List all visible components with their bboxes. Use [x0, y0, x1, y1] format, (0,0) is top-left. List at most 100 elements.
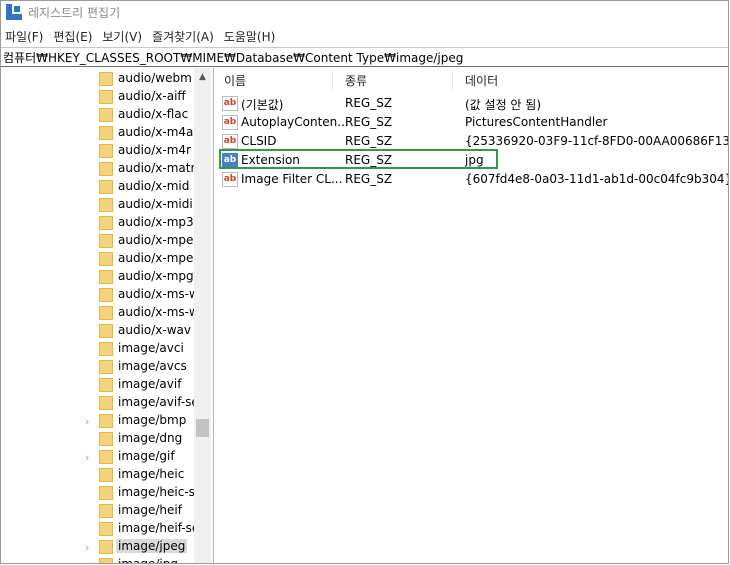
tree-item-label: image/dng	[118, 431, 183, 445]
folder-icon	[99, 288, 113, 302]
value-data: (값 설정 안 됨)	[465, 98, 542, 112]
string-value-icon: ab	[222, 96, 238, 111]
tree-item[interactable]: audio/webm	[1, 70, 196, 88]
folder-icon	[99, 558, 113, 563]
expand-chevron-icon[interactable]: ›	[85, 451, 93, 464]
value-row[interactable]: ab (기본값) REG_SZ (값 설정 안 됨)	[222, 94, 722, 113]
value-data: PicturesContentHandler	[465, 115, 608, 129]
folder-icon	[99, 522, 113, 536]
column-header-data[interactable]: 데이터	[465, 68, 498, 92]
folder-icon	[99, 270, 113, 284]
tree-item-label: audio/x-wav	[118, 323, 191, 337]
folder-icon	[99, 450, 113, 464]
tree-item-label: image/heic	[118, 467, 185, 481]
folder-icon	[99, 108, 113, 122]
column-header-type[interactable]: 종류	[345, 68, 367, 92]
tree-item-label: audio/x-m4r	[118, 143, 191, 157]
tree-item-label: image/heif-se	[118, 521, 200, 535]
column-header-name[interactable]: 이름	[224, 68, 246, 92]
expand-chevron-icon[interactable]: ›	[85, 415, 93, 428]
string-value-icon: ab	[222, 115, 238, 130]
folder-icon	[99, 126, 113, 140]
tree-item[interactable]: audio/x-mpeg	[1, 250, 201, 268]
tree-item[interactable]: image/heic	[1, 466, 196, 484]
tree-item[interactable]: image/heif-se	[1, 520, 200, 538]
tree-item-label: image/heif	[118, 503, 182, 517]
tree-item-label: audio/x-m4a	[118, 125, 194, 139]
value-name: CLSID	[241, 134, 277, 148]
tree-item[interactable]: audio/x-mp3	[1, 214, 196, 232]
menu-edit[interactable]: 편집(E)	[53, 28, 92, 45]
tree-item[interactable]: audio/x-ms-w	[1, 286, 199, 304]
tree-item[interactable]: audio/x-midi	[1, 196, 196, 214]
tree-item[interactable]: image/heif	[1, 502, 196, 520]
tree-item-label: image/avif	[118, 377, 182, 391]
tree-item[interactable]: audio/x-wav	[1, 322, 196, 340]
tree-item[interactable]: › image/gif	[1, 448, 196, 466]
value-data: {607fd4e8-0a03-11d1-ab1d-00c04fc9b304}	[465, 172, 728, 186]
folder-icon	[99, 234, 113, 248]
tree-item[interactable]: audio/x-aiff	[1, 88, 196, 106]
tree-item-label: audio/x-flac	[118, 107, 189, 121]
title-bar: 레지스트리 편집기	[1, 1, 728, 23]
tree-item[interactable]: audio/x-flac	[1, 106, 196, 124]
folder-icon	[99, 468, 113, 482]
string-value-icon: ab	[222, 134, 238, 149]
tree-item-label: audio/x-matrc	[118, 161, 202, 175]
tree-item-label: image/avci	[118, 341, 184, 355]
folder-icon	[99, 252, 113, 266]
address-path: 컴퓨터₩HKEY_CLASSES_ROOT₩MIME₩Database₩Cont…	[3, 50, 464, 65]
folder-icon	[99, 432, 113, 446]
key-tree-pane: audio/webm audio/x-aiff audio/x-flac audio/…	[1, 68, 214, 564]
string-value-icon: ab	[222, 172, 238, 187]
tree-item[interactable]: image/dng	[1, 430, 196, 448]
value-name: (기본값)	[241, 98, 284, 112]
menu-favorites[interactable]: 즐겨찾기(A)	[152, 28, 214, 45]
scroll-thumb[interactable]	[196, 419, 209, 437]
highlight-box	[219, 149, 498, 169]
tree-item[interactable]: audio/x-matrc	[1, 160, 202, 178]
registry-editor-icon	[6, 4, 22, 20]
tree-item[interactable]: audio/x-mpg	[1, 268, 196, 286]
tree-item[interactable]: image/avif-se	[1, 394, 199, 412]
scroll-up-arrow-icon[interactable]: ▲	[194, 68, 211, 85]
menu-view[interactable]: 보기(V)	[102, 28, 142, 45]
tree-item-label: audio/x-mpeg	[118, 233, 202, 247]
registry-editor-window: 레지스트리 편집기 파일(F) 편집(E) 보기(V) 즐겨찾기(A) 도움말(…	[0, 0, 729, 564]
folder-icon	[99, 180, 113, 194]
tree-item[interactable]: image/avci	[1, 340, 196, 358]
tree-item[interactable]: image/jpg	[1, 556, 196, 564]
tree-item-label: audio/x-midi	[118, 197, 193, 211]
column-divider[interactable]	[332, 70, 333, 90]
folder-icon	[99, 360, 113, 374]
values-pane: 이름 종류 데이터 ab (기본값) REG_SZ (값 설정 안 됨) ab Autop…	[214, 68, 728, 563]
tree-item-label: image/avcs	[118, 359, 187, 373]
window-title: 레지스트리 편집기	[28, 5, 121, 20]
tree-scrollbar[interactable]: ▲	[194, 68, 211, 563]
value-type: REG_SZ	[345, 96, 393, 110]
tree-item[interactable]: audio/x-mid	[1, 178, 196, 196]
address-bar[interactable]: 컴퓨터₩HKEY_CLASSES_ROOT₩MIME₩Database₩Cont…	[1, 47, 728, 67]
tree-item[interactable]: › image/jpeg	[1, 538, 196, 556]
tree-item[interactable]: audio/x-m4a	[1, 124, 196, 142]
menu-help[interactable]: 도움말(H)	[224, 28, 276, 45]
menu-bar: 파일(F) 편집(E) 보기(V) 즐겨찾기(A) 도움말(H)	[1, 26, 281, 46]
value-row[interactable]: ab AutoplayConten... REG_SZ PicturesContent…	[222, 113, 722, 132]
tree-item[interactable]: image/avcs	[1, 358, 196, 376]
tree-item[interactable]: audio/x-m4r	[1, 142, 196, 160]
tree-item-label: image/jpeg	[116, 539, 188, 553]
tree-item[interactable]: audio/x-mpeg	[1, 232, 201, 250]
tree-item-label: audio/x-mpg	[118, 269, 194, 283]
expand-chevron-icon[interactable]: ›	[85, 541, 93, 554]
tree-item[interactable]: › image/bmp	[1, 412, 196, 430]
tree-item[interactable]: image/avif	[1, 376, 196, 394]
tree-item-label: image/jpg	[118, 557, 178, 564]
folder-icon	[99, 72, 113, 86]
tree-item[interactable]: audio/x-ms-w	[1, 304, 199, 322]
column-divider[interactable]	[452, 70, 453, 90]
folder-icon	[99, 414, 113, 428]
menu-file[interactable]: 파일(F)	[5, 28, 43, 45]
value-name: Image Filter CL...	[241, 172, 343, 186]
tree-item[interactable]: image/heic-se	[1, 484, 202, 502]
value-row[interactable]: ab Image Filter CL... REG_SZ {607fd4e8-0a03…	[222, 170, 728, 189]
